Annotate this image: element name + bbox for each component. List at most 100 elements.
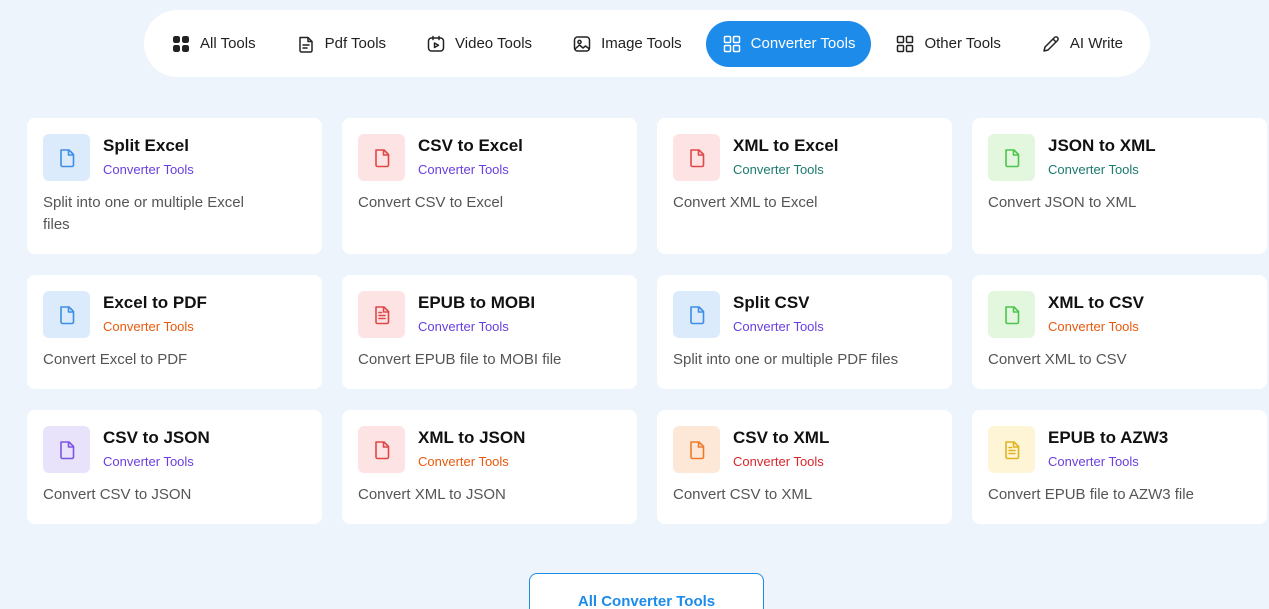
card-description: Convert CSV to XML [673,486,813,503]
tool-category-tabs: All Tools Pdf Tools Video Tools Image Tools… [144,10,1150,77]
tab-pdf-tools[interactable]: Pdf Tools [280,21,402,67]
card-category: Converter Tools [418,319,509,334]
card-title: Split Excel [103,136,189,155]
pdf-file-icon [296,34,316,54]
tool-card-epub-to-azw3[interactable]: EPUB to AZW3 Converter Tools Convert EPUB … [972,410,1267,524]
card-title: XML to JSON [418,428,526,447]
card-header: CSV to XML Converter Tools [673,426,936,473]
card-titles: Split Excel Converter Tools [103,134,194,179]
card-category: Converter Tools [418,454,509,469]
card-title: EPUB to AZW3 [1048,428,1169,447]
card-description: Split into one or multiple Excel files [43,194,244,233]
tab-ai-write[interactable]: AI Write [1025,21,1139,67]
card-titles: XML to CSV Converter Tools [1048,291,1144,336]
file-text-icon [358,291,405,338]
pen-icon [1041,34,1061,54]
tab-label: Image Tools [601,35,682,52]
card-title: CSV to XML [733,428,830,447]
tab-label: Video Tools [455,35,533,52]
card-titles: XML to JSON Converter Tools [418,426,525,471]
card-category: Converter Tools [103,162,194,177]
page: All Tools Pdf Tools Video Tools Image Tools… [0,0,1269,609]
card-title: XML to CSV [1048,293,1145,312]
card-header: XML to CSV Converter Tools [988,291,1251,338]
card-description: Convert XML to JSON [358,486,506,503]
tab-label: AI Write [1069,35,1123,52]
card-titles: CSV to XML Converter Tools [733,426,829,471]
card-category: Converter Tools [733,162,824,177]
card-titles: Split CSV Converter Tools [733,291,824,336]
all-converter-tools-button[interactable]: All Converter Tools [529,573,764,609]
card-description: Convert CSV to JSON [43,486,192,503]
tab-label: Pdf Tools [324,35,387,52]
tab-converter-tools[interactable]: Converter Tools [705,20,872,67]
card-description: Convert Excel to PDF [43,351,188,368]
tool-card-xml-to-json[interactable]: XML to JSON Converter Tools Convert XML to… [342,410,637,524]
tool-card-csv-to-excel[interactable]: CSV to Excel Converter Tools Convert CSV t… [342,118,637,254]
card-category: Converter Tools [1048,319,1139,334]
card-title: JSON to XML [1048,136,1156,155]
card-header: EPUB to MOBI Converter Tools [358,291,621,338]
card-description: Convert EPUB file to AZW3 file [988,486,1194,503]
card-titles: CSV to Excel Converter Tools [418,134,523,179]
card-description: Split into one or multiple PDF files [673,351,899,368]
file-icon [988,291,1035,338]
card-titles: EPUB to AZW3 Converter Tools [1048,426,1168,471]
image-icon [572,34,592,54]
card-titles: Excel to PDF Converter Tools [103,291,207,336]
tool-card-epub-to-mobi[interactable]: EPUB to MOBI Converter Tools Convert EPUB … [342,275,637,389]
tab-image-tools[interactable]: Image Tools [556,21,698,67]
file-icon [43,426,90,473]
card-title: CSV to Excel [418,136,523,155]
tool-card-csv-to-xml[interactable]: CSV to XML Converter Tools Convert CSV to … [657,410,952,524]
card-header: Excel to PDF Converter Tools [43,291,306,338]
card-category: Converter Tools [418,162,509,177]
tool-card-xml-to-csv[interactable]: XML to CSV Converter Tools Convert XML to … [972,275,1267,389]
tool-card-split-csv[interactable]: Split CSV Converter Tools Split into one o… [657,275,952,389]
card-category: Converter Tools [733,319,824,334]
file-icon [988,134,1035,181]
tab-label: Other Tools [924,35,1001,52]
card-title: CSV to JSON [103,428,210,447]
card-header: Split CSV Converter Tools [673,291,936,338]
file-icon [358,134,405,181]
tool-card-excel-to-pdf[interactable]: Excel to PDF Converter Tools Convert Excel… [27,275,322,389]
file-icon [358,426,405,473]
card-header: XML to JSON Converter Tools [358,426,621,473]
file-icon [43,291,90,338]
tool-cards-grid: Split Excel Converter Tools Split into one… [27,118,1267,524]
card-title: XML to Excel [733,136,839,155]
grid-dots-icon [171,34,191,54]
tool-card-csv-to-json[interactable]: CSV to JSON Converter Tools Convert CSV to… [27,410,322,524]
grid-squares-icon [895,34,915,54]
file-icon [673,291,720,338]
card-title: EPUB to MOBI [418,293,536,312]
card-category: Converter Tools [1048,162,1139,177]
card-category: Converter Tools [733,454,824,469]
card-category: Converter Tools [1048,454,1139,469]
card-titles: XML to Excel Converter Tools [733,134,839,179]
card-header: CSV to JSON Converter Tools [43,426,306,473]
card-titles: CSV to JSON Converter Tools [103,426,210,471]
tool-card-xml-to-excel[interactable]: XML to Excel Converter Tools Convert XML t… [657,118,952,254]
tab-label: Converter Tools [750,35,856,52]
card-titles: EPUB to MOBI Converter Tools [418,291,535,336]
tab-other-tools[interactable]: Other Tools [879,21,1016,67]
file-icon [673,134,720,181]
card-category: Converter Tools [103,454,194,469]
card-title: Split CSV [733,293,810,312]
card-header: XML to Excel Converter Tools [673,134,936,181]
tool-card-json-to-xml[interactable]: JSON to XML Converter Tools Convert JSON t… [972,118,1267,254]
card-description: Convert XML to CSV [988,351,1127,368]
card-titles: JSON to XML Converter Tools [1048,134,1156,179]
file-icon [673,426,720,473]
tab-all-tools[interactable]: All Tools [155,21,272,67]
card-description: Convert JSON to XML [988,194,1137,211]
card-header: JSON to XML Converter Tools [988,134,1251,181]
file-text-icon [988,426,1035,473]
card-description: Convert XML to Excel [673,194,818,211]
grid-squares-icon [722,34,742,54]
tool-card-split-excel[interactable]: Split Excel Converter Tools Split into one… [27,118,322,254]
tab-video-tools[interactable]: Video Tools [410,21,548,67]
card-header: CSV to Excel Converter Tools [358,134,621,181]
